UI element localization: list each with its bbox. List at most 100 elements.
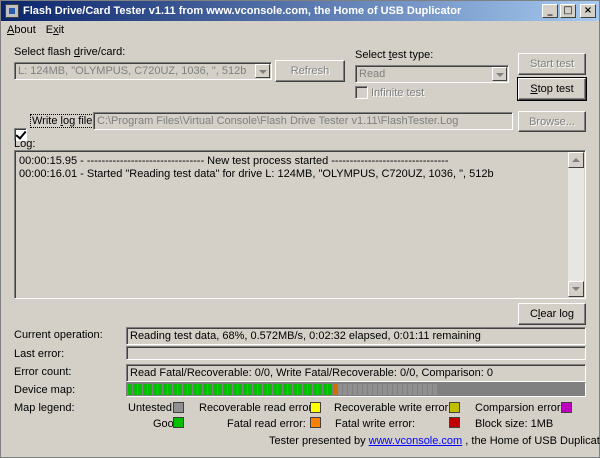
map-block-untested bbox=[378, 384, 382, 395]
map-block-good bbox=[308, 384, 312, 395]
map-block-untested bbox=[403, 384, 407, 395]
map-block-good bbox=[238, 384, 242, 395]
map-block-good bbox=[283, 384, 287, 395]
map-block-untested bbox=[428, 384, 432, 395]
map-block-good bbox=[323, 384, 327, 395]
menu-bar: About Exit bbox=[1, 21, 599, 39]
browse-button[interactable]: Browse... bbox=[518, 111, 586, 132]
map-block-good bbox=[198, 384, 202, 395]
app-icon[interactable] bbox=[5, 4, 19, 18]
map-block-current bbox=[333, 384, 337, 395]
map-block-good bbox=[288, 384, 292, 395]
map-block-good bbox=[218, 384, 222, 395]
map-block-untested bbox=[418, 384, 422, 395]
legend-untested-label: Untested: bbox=[128, 402, 176, 414]
window-title: Flash Drive/Card Tester v1.11 from www.v… bbox=[23, 5, 462, 17]
map-block-good bbox=[268, 384, 272, 395]
map-block-good bbox=[128, 384, 132, 395]
last-error-field bbox=[126, 346, 586, 360]
map-block-untested bbox=[408, 384, 412, 395]
vconsole-link[interactable]: www.vconsole.com bbox=[369, 435, 463, 447]
map-block-good bbox=[303, 384, 307, 395]
log-file-path-field[interactable]: C:\Program Files\Virtual Console\Flash D… bbox=[93, 112, 513, 130]
map-block-untested bbox=[338, 384, 342, 395]
error-count-field: Read Fatal/Recoverable: 0/0, Write Fatal… bbox=[126, 364, 586, 382]
map-block-good bbox=[293, 384, 297, 395]
device-map-label: Device map: bbox=[14, 384, 76, 396]
log-lines: 00:00:15.95 - --------------------------… bbox=[19, 155, 565, 181]
footer-post: , the Home of USB Duplicator. bbox=[462, 435, 600, 447]
legend-fatal-read-swatch bbox=[310, 417, 321, 428]
map-block-good bbox=[243, 384, 247, 395]
legend-recoverable-read-swatch bbox=[310, 402, 321, 413]
drive-select[interactable]: L: 124MB, "OLYMPUS, C720UZ, 1036, ", 512… bbox=[14, 62, 272, 80]
test-type-select[interactable]: Read bbox=[355, 65, 509, 83]
scroll-down-icon[interactable] bbox=[568, 281, 584, 297]
map-block-good bbox=[153, 384, 157, 395]
drive-label: Select flash drive/card: bbox=[14, 46, 126, 58]
map-block-good bbox=[253, 384, 257, 395]
start-test-button[interactable]: Start test bbox=[518, 53, 586, 75]
log-scrollbar[interactable] bbox=[568, 152, 584, 297]
scroll-up-icon[interactable] bbox=[568, 152, 584, 168]
last-error-label: Last error: bbox=[14, 348, 65, 360]
map-block-good bbox=[158, 384, 162, 395]
map-block-good bbox=[328, 384, 332, 395]
minimize-button[interactable]: _ bbox=[542, 4, 558, 18]
map-block-good bbox=[233, 384, 237, 395]
close-button[interactable]: × bbox=[580, 4, 596, 18]
log-textarea[interactable]: 00:00:15.95 - --------------------------… bbox=[14, 150, 586, 299]
legend-fatal-read-label: Fatal read error: bbox=[227, 418, 306, 430]
stop-test-button[interactable]: Stop test bbox=[517, 77, 587, 101]
error-count-label: Error count: bbox=[14, 366, 72, 378]
test-type-label: Select test type: bbox=[355, 49, 434, 61]
current-operation-label: Current operation: bbox=[14, 329, 103, 341]
menu-about[interactable]: About bbox=[7, 24, 36, 36]
map-block-good bbox=[168, 384, 172, 395]
map-block-good bbox=[278, 384, 282, 395]
chevron-down-icon[interactable] bbox=[492, 67, 507, 81]
current-operation-field: Reading test data, 68%, 0.572MB/s, 0:02:… bbox=[126, 327, 586, 345]
map-block-good bbox=[188, 384, 192, 395]
write-log-file-label[interactable]: Write log file bbox=[30, 114, 95, 128]
refresh-button[interactable]: Refresh bbox=[275, 60, 345, 82]
map-block-good bbox=[143, 384, 147, 395]
drive-select-value: L: 124MB, "OLYMPUS, C720UZ, 1036, ", 512… bbox=[18, 65, 247, 77]
map-block-good bbox=[148, 384, 152, 395]
map-block-good bbox=[318, 384, 322, 395]
map-block-good bbox=[183, 384, 187, 395]
map-block-untested bbox=[393, 384, 397, 395]
menu-about-label: bout bbox=[14, 24, 36, 36]
infinite-test-label: Infinite test bbox=[371, 87, 425, 99]
map-block-untested bbox=[368, 384, 372, 395]
log-line: 00:00:16.01 - Started "Reading test data… bbox=[19, 168, 494, 180]
map-block-untested bbox=[413, 384, 417, 395]
map-block-good bbox=[298, 384, 302, 395]
map-block-untested bbox=[358, 384, 362, 395]
legend-good-swatch bbox=[173, 417, 184, 428]
menu-exit[interactable]: Exit bbox=[46, 24, 64, 36]
map-block-untested bbox=[363, 384, 367, 395]
log-label: Log: bbox=[14, 138, 36, 150]
map-block-good bbox=[133, 384, 137, 395]
test-type-value: Read bbox=[359, 68, 386, 80]
device-map bbox=[126, 382, 586, 397]
log-line: 00:00:15.95 - --------------------------… bbox=[19, 155, 449, 167]
maximize-button[interactable]: □ bbox=[560, 4, 576, 18]
map-block-good bbox=[273, 384, 277, 395]
map-block-untested bbox=[398, 384, 402, 395]
map-block-good bbox=[173, 384, 177, 395]
map-block-good bbox=[258, 384, 262, 395]
map-block-good bbox=[193, 384, 197, 395]
infinite-test-checkbox[interactable] bbox=[355, 86, 368, 99]
title-bar[interactable]: Flash Drive/Card Tester v1.11 from www.v… bbox=[1, 1, 599, 21]
map-block-untested bbox=[353, 384, 357, 395]
map-block-good bbox=[138, 384, 142, 395]
clear-log-button[interactable]: Cl ear log bbox=[518, 303, 586, 325]
menu-exit-label: it bbox=[58, 24, 65, 36]
app-window: Flash Drive/Card Tester v1.11 from www.v… bbox=[0, 0, 600, 458]
map-block-untested bbox=[373, 384, 377, 395]
map-block-good bbox=[228, 384, 232, 395]
chevron-down-icon[interactable] bbox=[255, 64, 270, 78]
map-block-untested bbox=[423, 384, 427, 395]
